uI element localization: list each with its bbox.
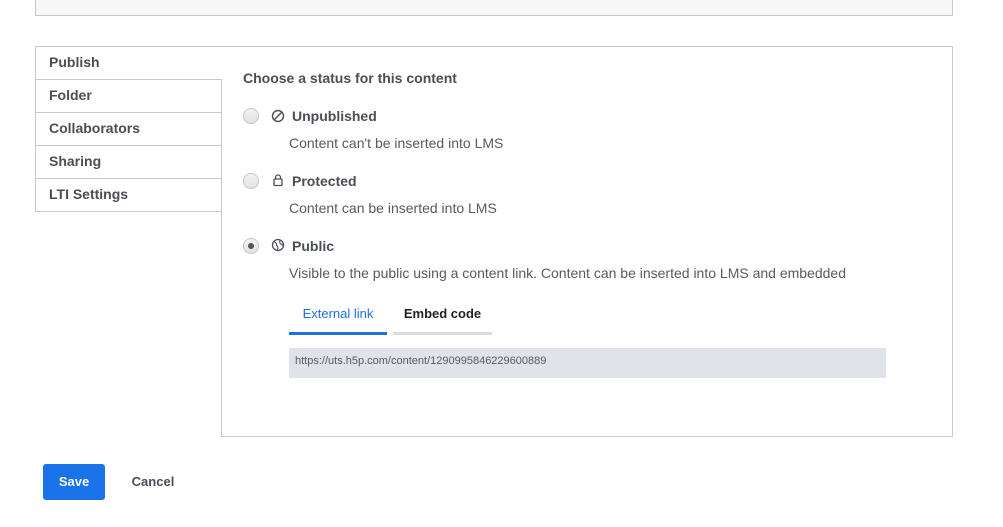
- public-radio[interactable]: [243, 238, 259, 254]
- unpublished-radio[interactable]: [243, 108, 259, 124]
- active-tab-joint: [221, 47, 223, 79]
- protected-radio[interactable]: [243, 173, 259, 189]
- unpublished-label: Unpublished: [292, 108, 377, 124]
- protected-description: Content can be inserted into LMS: [289, 200, 497, 216]
- settings-sidebar: Publish Folder Collaborators Sharing LTI…: [35, 46, 222, 212]
- sidebar-item-folder[interactable]: Folder: [35, 80, 222, 113]
- unpublished-icon: [271, 109, 285, 123]
- lock-icon: [271, 173, 285, 187]
- save-button[interactable]: Save: [43, 464, 105, 500]
- globe-icon: [271, 238, 285, 252]
- external-link-field[interactable]: https://uts.h5p.com/content/129099584622…: [289, 348, 886, 378]
- protected-label: Protected: [292, 173, 357, 189]
- unpublished-description: Content can't be inserted into LMS: [289, 135, 504, 151]
- sidebar-item-lti-settings[interactable]: LTI Settings: [35, 179, 222, 212]
- sidebar-item-collaborators[interactable]: Collaborators: [35, 113, 222, 146]
- status-heading: Choose a status for this content: [243, 70, 457, 86]
- sidebar-item-publish[interactable]: Publish: [35, 46, 222, 80]
- public-label: Public: [292, 238, 335, 254]
- public-description: Visible to the public using a content li…: [289, 265, 846, 281]
- tab-external-link[interactable]: External link: [289, 301, 387, 335]
- cancel-button[interactable]: Cancel: [123, 464, 183, 500]
- sidebar-item-sharing[interactable]: Sharing: [35, 146, 222, 179]
- top-panel: [35, 0, 953, 16]
- tab-embed-code[interactable]: Embed code: [393, 301, 492, 335]
